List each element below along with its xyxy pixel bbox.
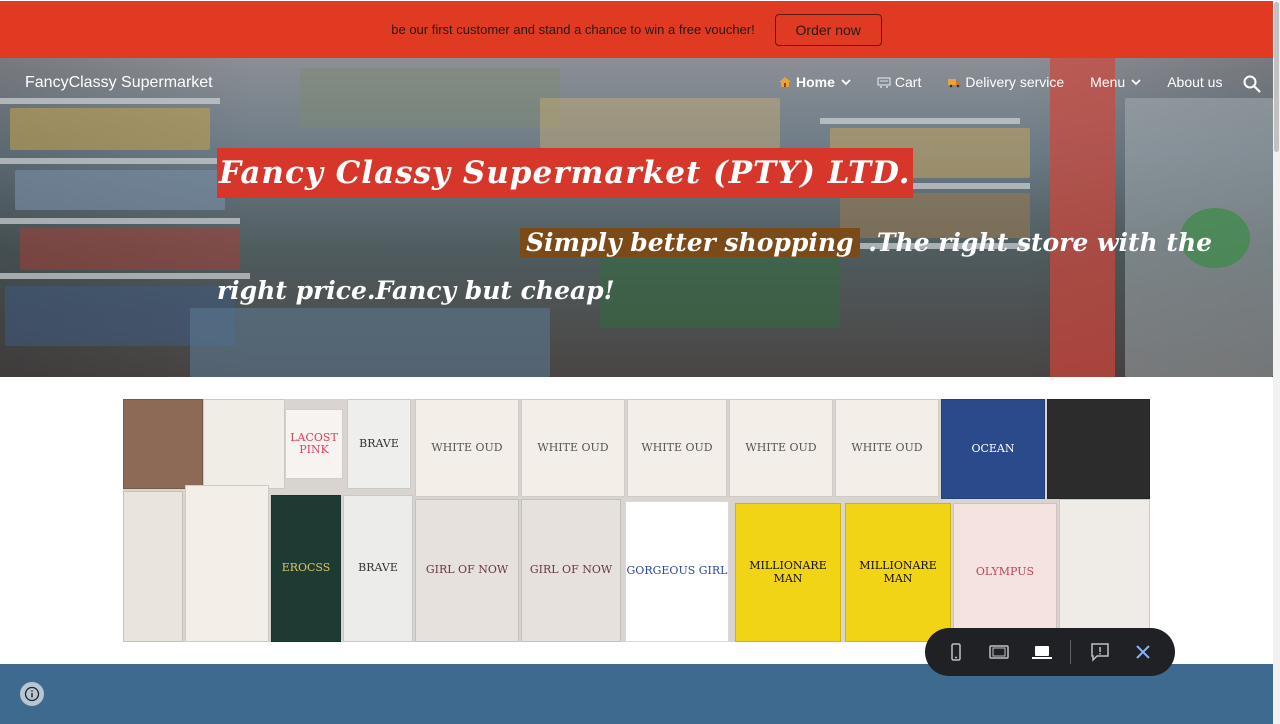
perfume-products-image: LACOST PINK BRAVE WHITE OUD WHITE OUD WH… bbox=[123, 399, 1150, 642]
product-box bbox=[1059, 499, 1150, 642]
nav-item-about-us[interactable]: About us bbox=[1167, 74, 1222, 90]
product-box: GIRL OF NOW bbox=[415, 499, 519, 642]
product-box: MILLIONARE MAN bbox=[735, 503, 841, 642]
product-box: LACOST PINK bbox=[285, 409, 343, 479]
nav-label-home: Home bbox=[796, 74, 835, 90]
announcement-banner: be our first customer and stand a chance… bbox=[0, 0, 1273, 58]
hero-tagline-line2: right price.Fancy but cheap! bbox=[217, 276, 615, 305]
product-box: WHITE OUD bbox=[729, 399, 833, 497]
hero-tagline: Simply better shopping .The right store … bbox=[520, 228, 1212, 257]
info-icon[interactable] bbox=[20, 682, 44, 706]
preview-toolbar bbox=[925, 628, 1175, 676]
nav-label-cart: Cart bbox=[894, 74, 922, 90]
product-box: WHITE OUD bbox=[835, 399, 939, 497]
product-box: EROCSS bbox=[271, 495, 341, 642]
order-now-button[interactable]: Order now bbox=[774, 13, 882, 46]
house-icon bbox=[779, 77, 791, 87]
product-box: BRAVE bbox=[343, 495, 413, 642]
nav-item-home[interactable]: Home bbox=[778, 74, 851, 90]
product-box bbox=[1047, 399, 1150, 499]
product-box: OLYMPUS bbox=[953, 503, 1057, 642]
chevron-down-icon[interactable] bbox=[841, 77, 851, 87]
product-box: OCEAN bbox=[941, 399, 1045, 499]
nav-label-menu: Menu bbox=[1090, 74, 1126, 90]
product-box bbox=[203, 399, 285, 489]
nav-item-cart[interactable]: Cart bbox=[877, 74, 921, 90]
product-box: BRAVE bbox=[347, 399, 411, 489]
toolbar-divider bbox=[1070, 640, 1071, 664]
product-box bbox=[123, 399, 203, 489]
hero-section: FancyClassy Supermarket Home Cart Delive… bbox=[0, 58, 1273, 377]
cart-icon bbox=[877, 77, 891, 88]
nav-item-delivery-service[interactable]: Delivery service bbox=[947, 74, 1064, 90]
product-box: MILLIONARE MAN bbox=[845, 503, 951, 642]
site-name[interactable]: FancyClassy Supermarket bbox=[25, 74, 213, 92]
product-box: WHITE OUD bbox=[521, 399, 625, 497]
tagline-rest: .The right store with the bbox=[859, 228, 1213, 257]
product-box bbox=[185, 485, 269, 642]
product-box bbox=[123, 491, 183, 642]
product-box: GORGEOUS GIRL bbox=[625, 501, 729, 642]
nav-label-about: About us bbox=[1167, 74, 1223, 90]
product-box: WHITE OUD bbox=[415, 399, 519, 497]
close-icon[interactable] bbox=[1132, 641, 1154, 663]
search-icon[interactable] bbox=[1242, 74, 1262, 94]
banner-text: be our first customer and stand a chance… bbox=[391, 22, 755, 37]
phone-icon[interactable] bbox=[945, 641, 967, 663]
main-navigation: Home Cart Delivery service Menu About us bbox=[778, 74, 1248, 90]
nav-item-menu[interactable]: Menu bbox=[1090, 74, 1141, 90]
tablet-icon[interactable] bbox=[988, 641, 1010, 663]
product-box: WHITE OUD bbox=[627, 399, 727, 497]
delivery-truck-icon bbox=[948, 79, 961, 88]
scrollbar-thumb[interactable] bbox=[1274, 2, 1279, 152]
nav-label-delivery: Delivery service bbox=[965, 74, 1065, 90]
hero-title: Fancy Classy Supermarket (PTY) LTD. bbox=[217, 148, 913, 198]
chevron-down-icon[interactable] bbox=[1131, 77, 1141, 87]
tagline-highlight: Simply better shopping bbox=[520, 228, 860, 257]
product-box: GIRL OF NOW bbox=[521, 499, 621, 642]
feedback-icon[interactable] bbox=[1089, 641, 1111, 663]
laptop-icon[interactable] bbox=[1031, 641, 1053, 663]
